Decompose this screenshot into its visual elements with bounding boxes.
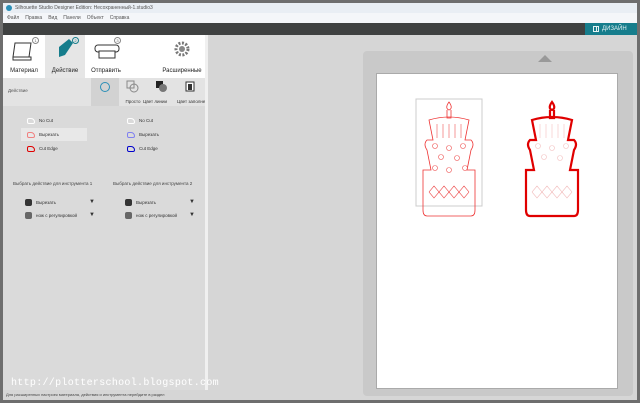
tab-label: Отправить xyxy=(91,68,121,74)
app-icon xyxy=(6,5,12,11)
knife-icon xyxy=(25,211,32,219)
step-badge: 3 xyxy=(114,37,121,44)
option-label: Cut Edge xyxy=(39,146,58,151)
option-label: Вырезать xyxy=(39,132,60,137)
title-bar: Silhouette Studio Designer Edition: Несо… xyxy=(3,3,637,13)
cake-designs xyxy=(415,98,580,218)
tool2-tool-dropdown[interactable]: нож с регулировкой ▼ xyxy=(125,210,195,220)
cut-icon xyxy=(27,131,35,138)
dropdown-value: Вырезать xyxy=(136,199,157,205)
window-title: Silhouette Studio Designer Edition: Несо… xyxy=(15,5,153,11)
dropdown-arrow-icon: ▼ xyxy=(189,212,195,218)
menu-file[interactable]: Файл xyxy=(7,15,19,21)
no-cut-icon xyxy=(27,117,35,124)
tool2-no-cut[interactable]: No Cut xyxy=(121,114,187,127)
tab-send[interactable]: 3 Отправить xyxy=(85,35,127,78)
option-label: Cut Edge xyxy=(139,146,158,151)
tool1-no-cut[interactable]: No Cut xyxy=(21,114,87,127)
circle-icon xyxy=(100,82,110,92)
blade-icon xyxy=(25,198,32,206)
tab-material[interactable]: 1 Материал xyxy=(3,35,45,78)
mode-fill-color[interactable]: Цвет заполнения xyxy=(145,78,213,106)
dropdown-arrow-icon: ▼ xyxy=(189,199,195,205)
tool2-action-dropdown[interactable]: Вырезать ▼ xyxy=(125,197,195,207)
tab-label: Материал xyxy=(10,68,38,74)
menu-object[interactable]: Объект xyxy=(87,15,104,21)
menu-help[interactable]: Справка xyxy=(110,15,130,21)
app-window: Silhouette Studio Designer Edition: Несо… xyxy=(3,3,637,400)
tool1-cut-edge[interactable]: Cut Edge xyxy=(21,142,87,155)
cake-cut[interactable] xyxy=(422,101,476,217)
feed-arrow-icon xyxy=(538,55,552,62)
select-tool2-label: Выбрать действие для инструмента 2 xyxy=(113,181,193,186)
send-panel: 1 Материал 2 Действие 3 Отправить Расшир… xyxy=(3,35,217,390)
cake-cut-edge[interactable] xyxy=(524,100,580,218)
selection-box[interactable] xyxy=(415,98,483,207)
page-area xyxy=(376,73,618,389)
dropdown-arrow-icon: ▼ xyxy=(89,212,95,218)
tab-action[interactable]: 2 Действие xyxy=(45,35,85,78)
status-bar: Для расширенных настроек материала, дейс… xyxy=(3,390,208,400)
tool2-cut[interactable]: Вырезать xyxy=(121,128,187,141)
dropdown-value: Вырезать xyxy=(36,199,57,205)
dropdown-value: нож с регулировкой xyxy=(36,212,78,218)
design-label: ДИЗАЙН xyxy=(602,26,627,32)
step-badge: 1 xyxy=(32,37,39,44)
action-label: Действие xyxy=(8,88,28,93)
mode-layer[interactable]: Слой xyxy=(179,78,217,106)
tool1-action-dropdown[interactable]: Вырезать ▼ xyxy=(25,197,95,207)
line-color-icon xyxy=(126,80,139,93)
menu-edit[interactable]: Правка xyxy=(25,15,42,21)
toolbar: ДИЗАЙН xyxy=(3,23,637,35)
layer-icon xyxy=(185,81,195,92)
tool1-tool-dropdown[interactable]: нож с регулировкой ▼ xyxy=(25,210,95,220)
mode-simple[interactable]: Просто xyxy=(91,78,141,106)
select-tool1-label: Выбрать действие для инструмента 1 xyxy=(13,181,93,186)
menu-view[interactable]: Вид xyxy=(48,15,57,21)
no-cut-icon xyxy=(127,117,135,124)
dropdown-value: нож с регулировкой xyxy=(136,212,178,218)
option-label: No Cut xyxy=(39,118,54,123)
fill-color-icon xyxy=(156,81,167,92)
step-badge: 2 xyxy=(72,37,79,44)
tab-advanced[interactable]: Расширенные xyxy=(159,35,205,78)
tool2-cut-edge[interactable]: Cut Edge xyxy=(121,142,187,155)
dropdown-arrow-icon: ▼ xyxy=(89,199,95,205)
knife-icon xyxy=(125,211,132,219)
watermark: http://plotterschool.blogspot.com xyxy=(11,378,219,389)
design-canvas[interactable] xyxy=(208,35,637,400)
cut-edge-icon xyxy=(127,145,135,152)
tab-label: Расширенные xyxy=(162,68,202,74)
blade-icon xyxy=(125,198,132,206)
cut-edge-icon xyxy=(27,145,35,152)
design-tab-button[interactable]: ДИЗАЙН xyxy=(585,23,637,35)
option-label: Вырезать xyxy=(139,132,160,137)
cut-icon xyxy=(127,131,135,138)
tool1-cut[interactable]: Вырезать xyxy=(21,128,87,141)
grid-icon xyxy=(593,26,599,32)
tab-label: Действие xyxy=(51,68,79,74)
pen-icon xyxy=(59,39,73,57)
gear-icon xyxy=(174,41,190,57)
mode-line-color[interactable]: Цвет линии xyxy=(121,78,167,106)
menu-panels[interactable]: Панели xyxy=(63,15,80,21)
menu-bar: Файл Правка Вид Панели Объект Справка xyxy=(3,13,637,23)
option-label: No Cut xyxy=(139,118,154,123)
